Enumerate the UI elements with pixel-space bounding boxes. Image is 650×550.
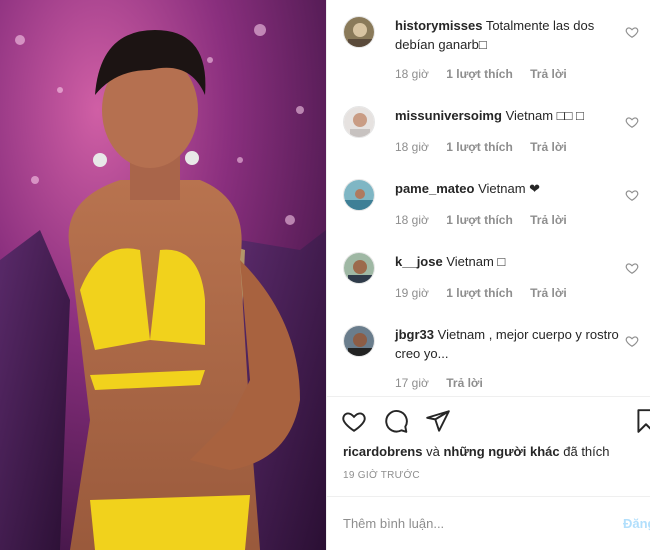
- add-comment-bar: Thêm bình luận... Đăng: [327, 496, 650, 550]
- others-link[interactable]: những người khác: [443, 444, 559, 459]
- avatar[interactable]: [343, 106, 375, 138]
- comment-text: Vietnam ❤: [478, 181, 541, 196]
- comment-username[interactable]: missuniversoimg: [395, 108, 502, 123]
- likes-summary: ricardobrens và những người khác đã thíc…: [343, 444, 610, 459]
- reply-button[interactable]: Trả lời: [530, 67, 567, 81]
- reply-button[interactable]: Trả lời: [530, 140, 567, 154]
- likes-connector: và: [422, 444, 444, 459]
- comment-time[interactable]: 18 giờ: [395, 67, 429, 81]
- comments-panel: historymisses Totalmente las dos debían …: [326, 0, 650, 550]
- avatar[interactable]: [343, 179, 375, 211]
- comment-meta: 17 giờ Trả lời: [395, 376, 497, 390]
- comment-likes[interactable]: 1 lượt thích: [446, 213, 513, 227]
- comment-meta: 18 giờ 1 lượt thích Trả lời: [395, 140, 581, 154]
- heart-icon[interactable]: [625, 115, 639, 129]
- heart-icon[interactable]: [625, 25, 639, 39]
- likes-suffix: đã thích: [559, 444, 610, 459]
- post-timestamp[interactable]: 19 GIỜ TRƯỚC: [343, 470, 420, 481]
- avatar[interactable]: [343, 16, 375, 48]
- liker-username[interactable]: ricardobrens: [343, 444, 422, 459]
- comment-text: Vietnam □: [446, 254, 506, 269]
- reply-button[interactable]: Trả lời: [530, 213, 567, 227]
- comment-time[interactable]: 19 giờ: [395, 286, 429, 300]
- comment-time[interactable]: 18 giờ: [395, 140, 429, 154]
- share-icon[interactable]: [425, 408, 451, 434]
- heart-icon[interactable]: [625, 334, 639, 348]
- comment-likes[interactable]: 1 lượt thích: [446, 286, 513, 300]
- heart-icon[interactable]: [341, 408, 367, 434]
- comment-meta: 19 giờ 1 lượt thích Trả lời: [395, 286, 581, 300]
- divider: [327, 396, 650, 397]
- heart-icon[interactable]: [625, 188, 639, 202]
- avatar[interactable]: [343, 252, 375, 284]
- comment-time[interactable]: 18 giờ: [395, 213, 429, 227]
- avatar[interactable]: [343, 325, 375, 357]
- comment-likes[interactable]: 1 lượt thích: [446, 140, 513, 154]
- comment-time[interactable]: 17 giờ: [395, 376, 429, 390]
- comment-likes[interactable]: 1 lượt thích: [446, 67, 513, 81]
- post-photo: [0, 0, 326, 550]
- reply-button[interactable]: Trả lời: [446, 376, 483, 390]
- comment-username[interactable]: jbgr33: [395, 327, 434, 342]
- comment-input[interactable]: Thêm bình luận...: [343, 516, 444, 531]
- heart-icon[interactable]: [625, 261, 639, 275]
- comment-meta: 18 giờ 1 lượt thích Trả lời: [395, 67, 581, 81]
- comment-username[interactable]: pame_mateo: [395, 181, 474, 196]
- reply-button[interactable]: Trả lời: [530, 286, 567, 300]
- comment-text: Vietnam □□ □: [505, 108, 584, 123]
- comment-meta: 18 giờ 1 lượt thích Trả lời: [395, 213, 581, 227]
- comments-list: historymisses Totalmente las dos debían …: [327, 0, 650, 395]
- post-button[interactable]: Đăng: [623, 516, 650, 531]
- action-bar: [327, 400, 650, 444]
- bookmark-icon[interactable]: [633, 408, 650, 434]
- comment-username[interactable]: k__jose: [395, 254, 443, 269]
- comment-username[interactable]: historymisses: [395, 18, 482, 33]
- comment-icon[interactable]: [383, 408, 409, 434]
